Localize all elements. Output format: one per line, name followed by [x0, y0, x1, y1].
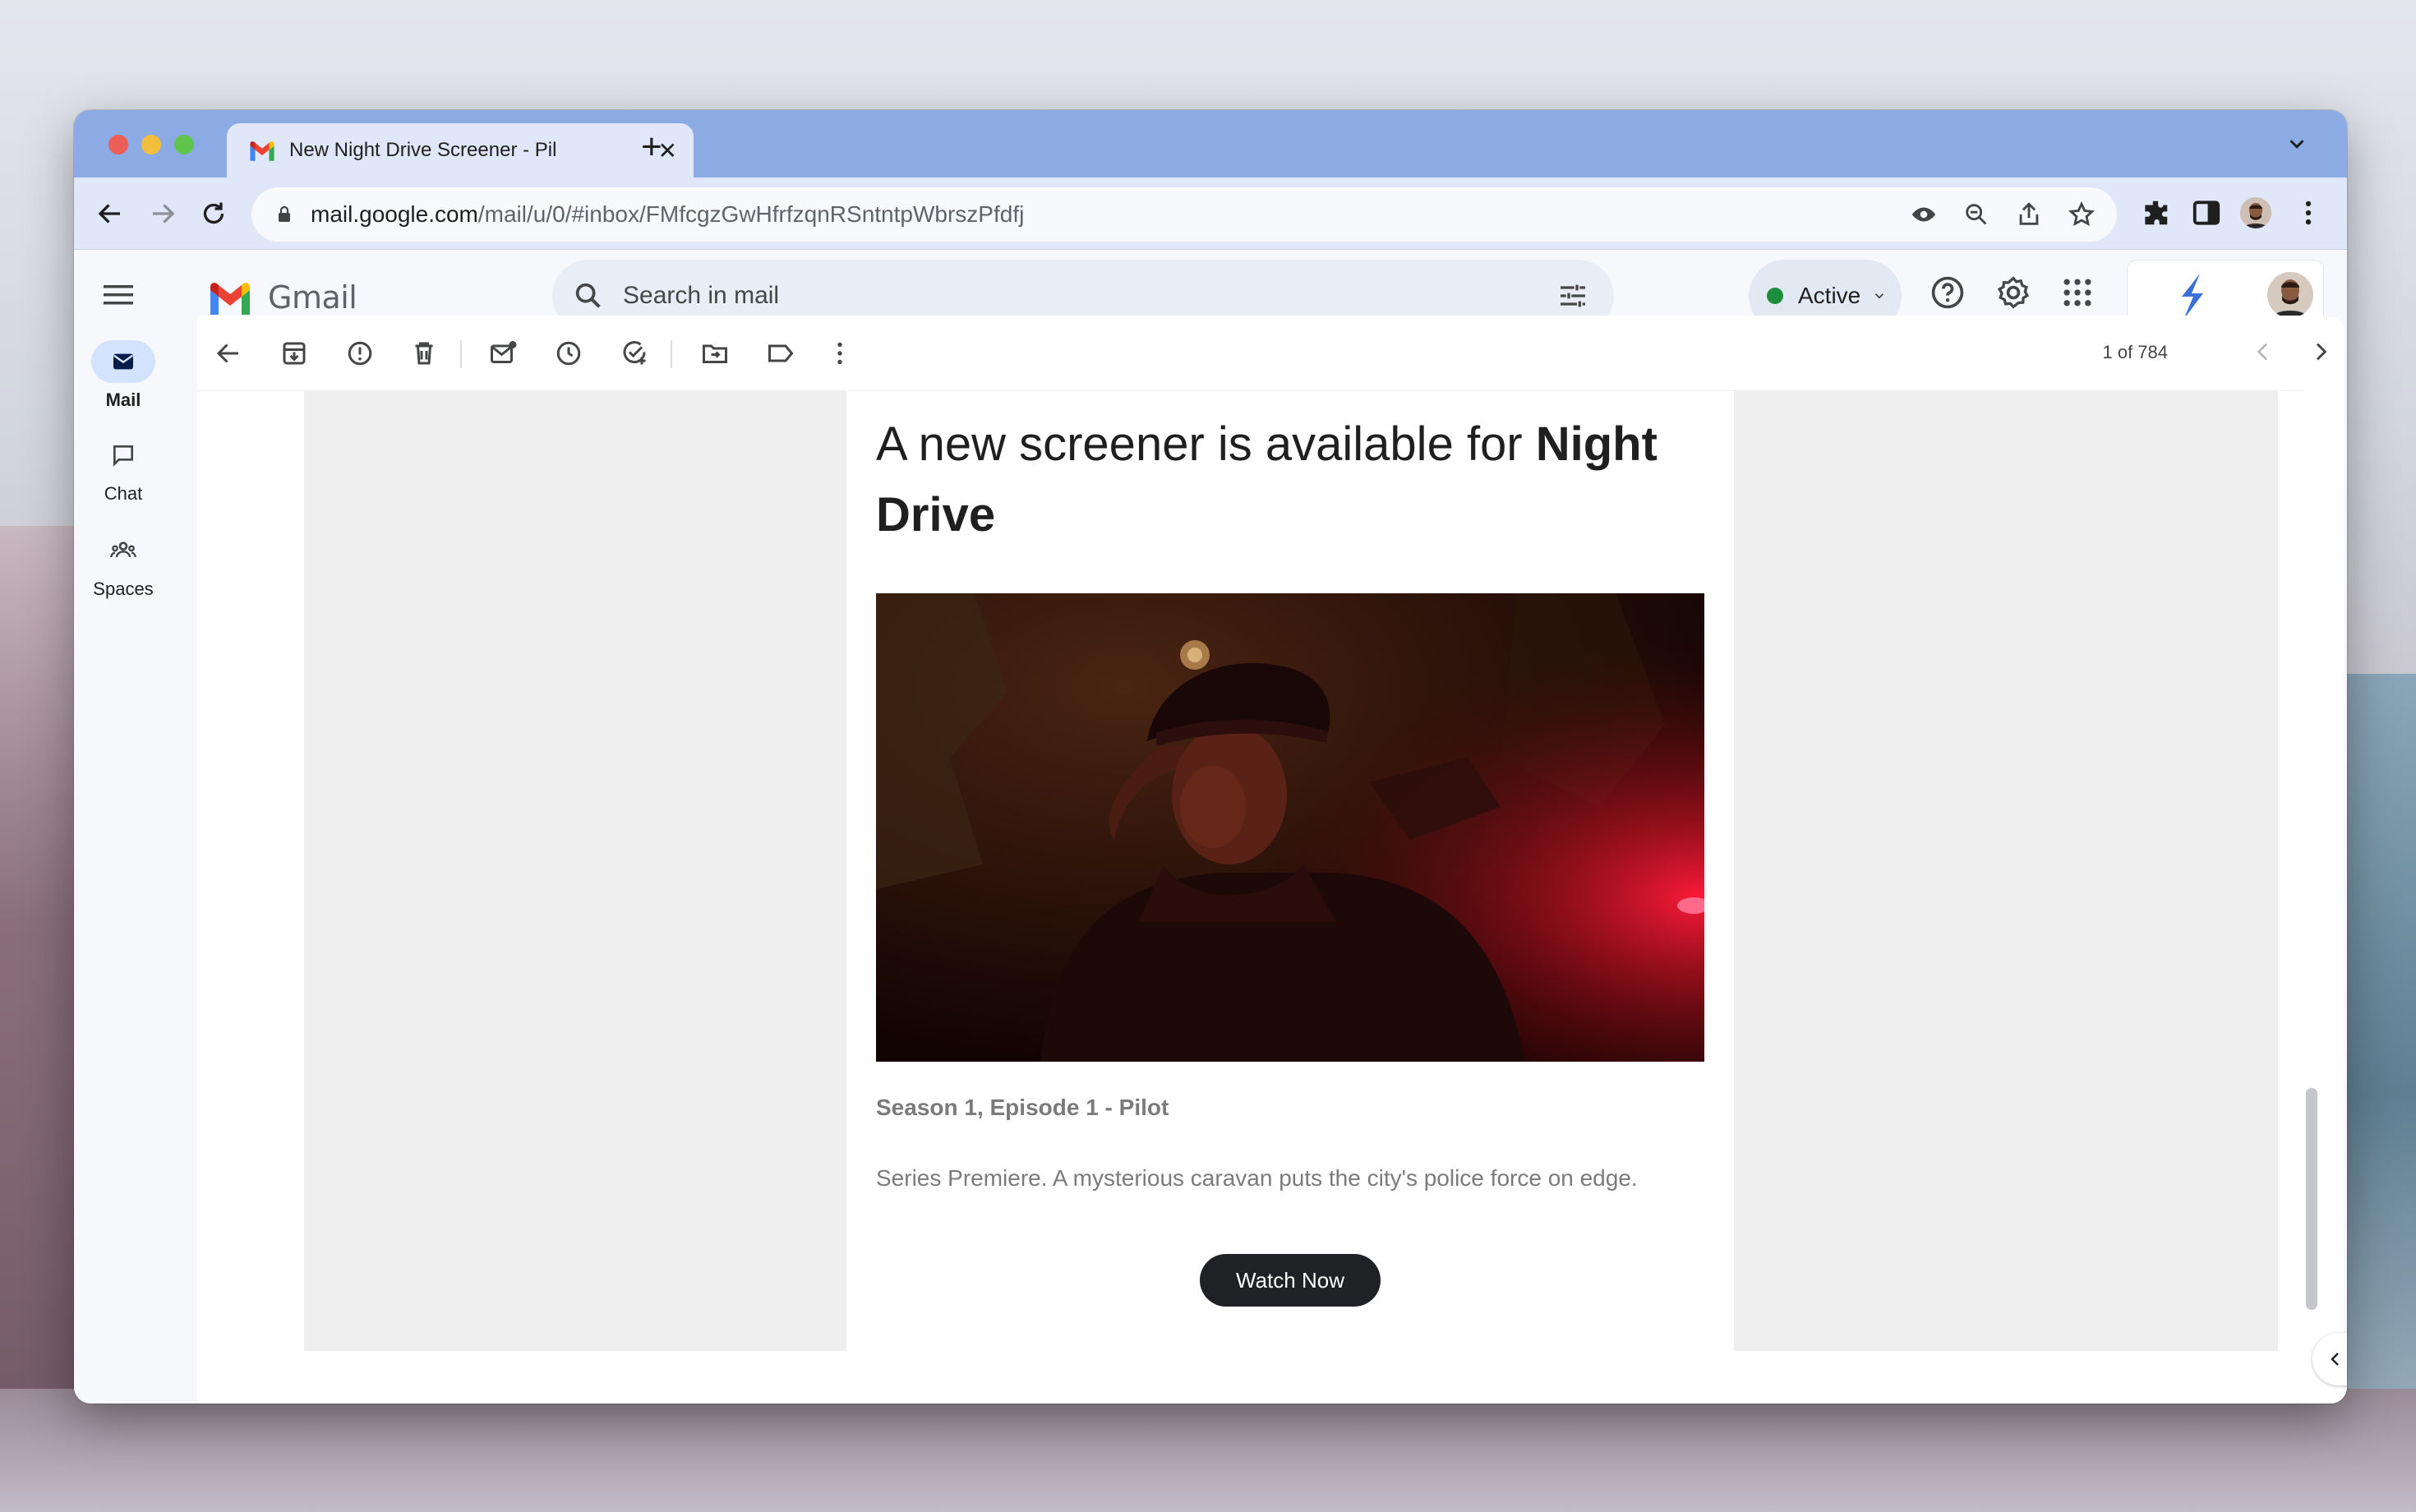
mark-unread-icon[interactable]: [488, 339, 518, 368]
maximize-window-button[interactable]: [174, 135, 194, 154]
lock-icon[interactable]: [274, 205, 294, 224]
headline-prefix: A new screener is available for: [876, 417, 1536, 471]
gmail-wordmark: Gmail: [268, 279, 357, 316]
chevron-down-icon: [1875, 293, 1884, 299]
message-toolbar: 1 of 784: [197, 316, 2327, 391]
toolbar-divider: [460, 340, 462, 368]
gmail-m-icon: [210, 283, 250, 315]
episode-still-image[interactable]: [876, 593, 1704, 1062]
url-host: mail.google.com: [311, 201, 478, 227]
snooze-clock-icon[interactable]: [554, 339, 583, 368]
toolbar-divider: [671, 340, 672, 368]
workspace-logo-icon: [2182, 274, 2203, 320]
account-avatar[interactable]: [2267, 272, 2313, 318]
side-panel-icon[interactable]: [2191, 197, 2222, 228]
address-bar[interactable]: mail.google.com/mail/u/0/#inbox/FMfcgzGw…: [251, 187, 2117, 242]
rail-item-mail[interactable]: Mail: [74, 340, 173, 411]
avatar-portrait-icon: [2267, 272, 2313, 318]
chevron-left-icon: [2331, 1353, 2339, 1366]
tracking-eye-icon[interactable]: [1910, 201, 1938, 228]
main-menu-hamburger-icon[interactable]: [104, 283, 133, 307]
back-arrow-icon[interactable]: [95, 199, 125, 228]
email-body-frame: A new screener is available for Night Dr…: [304, 391, 2278, 1351]
tab-search-chevron-icon[interactable]: [2285, 131, 2309, 156]
settings-gear-icon[interactable]: [1995, 274, 2031, 311]
bookmark-star-icon[interactable]: [2068, 201, 2096, 228]
search-options-icon[interactable]: [1556, 279, 1589, 312]
add-to-tasks-icon[interactable]: [620, 339, 649, 368]
extensions-puzzle-icon[interactable]: [2140, 197, 2171, 228]
watch-now-button[interactable]: Watch Now: [1200, 1254, 1381, 1307]
mail-icon: [113, 353, 134, 370]
rail-pill: [91, 529, 155, 572]
episode-description: Series Premiere. A mysterious caravan pu…: [876, 1165, 1638, 1191]
help-icon[interactable]: [1930, 274, 1966, 311]
reload-icon[interactable]: [199, 199, 228, 228]
rail-label: Chat: [104, 483, 143, 504]
new-tab-button[interactable]: +: [641, 127, 662, 168]
rail-pill: [91, 340, 155, 383]
tab-title: New Night Drive Screener - Pil: [289, 139, 557, 161]
zoom-icon[interactable]: [1962, 201, 1990, 228]
email-content-card: A new screener is available for Night Dr…: [846, 391, 1734, 1351]
archive-icon[interactable]: [279, 339, 309, 368]
browser-menu-kebab-icon[interactable]: [2293, 197, 2324, 228]
gmail-favicon-icon: [250, 141, 274, 161]
minimize-window-button[interactable]: [141, 135, 161, 154]
message-scrollbar[interactable]: [2306, 1088, 2317, 1310]
rail-label: Spaces: [93, 579, 154, 599]
report-spam-icon[interactable]: [345, 339, 375, 368]
rail-label: Mail: [105, 390, 141, 410]
search-icon[interactable]: [572, 279, 605, 312]
tab-bar: New Night Drive Screener - Pil ✕ +: [74, 110, 2347, 177]
rail-item-chat[interactable]: Chat: [74, 434, 173, 505]
back-to-inbox-icon[interactable]: [214, 339, 243, 368]
move-to-folder-icon[interactable]: [700, 339, 730, 368]
url-path: /mail/u/0/#inbox/FMfcgzGwHfrfzqnRSntntpW…: [477, 201, 1025, 227]
status-dot: [1767, 288, 1783, 304]
close-window-button[interactable]: [108, 135, 128, 154]
avatar-portrait-icon: [2240, 197, 2271, 228]
browser-tab[interactable]: New Night Drive Screener - Pil ✕: [227, 123, 694, 177]
status-label: Active: [1798, 283, 1861, 308]
browser-toolbar: mail.google.com/mail/u/0/#inbox/FMfcgzGw…: [74, 177, 2347, 250]
wallpaper-forest: [0, 1389, 2416, 1512]
pager-count: 1 of 784: [2102, 342, 2168, 362]
browser-window: New Night Drive Screener - Pil ✕ + mail.…: [74, 110, 2347, 1404]
chat-icon: [113, 445, 133, 467]
profile-avatar[interactable]: [2240, 197, 2271, 228]
gmail-logo[interactable]: Gmail: [207, 279, 357, 316]
forward-arrow-icon[interactable]: [148, 199, 178, 228]
rail-item-spaces[interactable]: Spaces: [74, 529, 173, 600]
episode-title: Season 1, Episode 1 - Pilot: [876, 1095, 1169, 1120]
google-apps-grid-icon[interactable]: [2059, 274, 2096, 311]
rail-pill: [91, 434, 155, 477]
label-tag-icon[interactable]: [766, 339, 795, 368]
email-headline: A new screener is available for Night Dr…: [876, 409, 1714, 551]
newer-chevron-left-icon[interactable]: [2250, 339, 2276, 365]
more-options-kebab-icon[interactable]: [825, 339, 855, 368]
older-chevron-right-icon[interactable]: [2308, 339, 2334, 365]
share-icon[interactable]: [2015, 201, 2043, 228]
delete-trash-icon[interactable]: [409, 339, 439, 368]
search-input[interactable]: [623, 282, 1445, 310]
police-officer-still-image: [876, 593, 1704, 1062]
spaces-icon: [110, 542, 136, 558]
